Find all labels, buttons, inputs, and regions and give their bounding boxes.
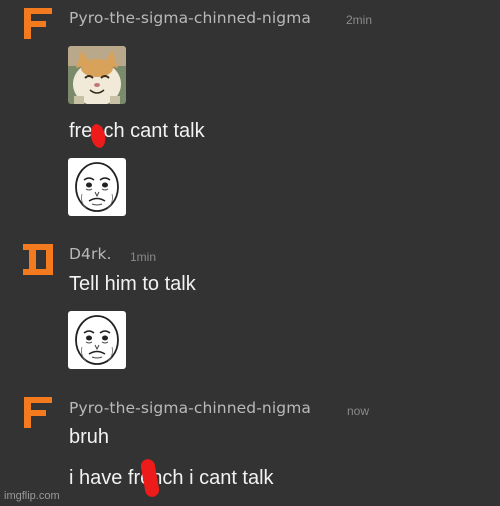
letter-d-pixel-icon[interactable]: [21, 242, 55, 276]
okay-rage-face-sticker: [68, 158, 126, 216]
letter-f-pixel-icon[interactable]: [21, 395, 55, 429]
username[interactable]: D4rk.: [69, 245, 112, 263]
imgflip-watermark: imgflip.com: [4, 490, 60, 502]
timestamp: 1min: [130, 250, 157, 264]
timestamp: now: [347, 404, 370, 418]
message-text: bruh: [69, 426, 110, 448]
smiling-cat-sticker: [68, 46, 126, 104]
message-text: french cant talk: [69, 120, 205, 142]
scribble-mark: [139, 458, 161, 498]
letter-f-pixel-icon[interactable]: [21, 6, 55, 40]
username[interactable]: Pyro-the-sigma-chinned-nigma: [69, 9, 311, 27]
message-text: i have french i cant talk: [69, 467, 274, 489]
message-text: Tell him to talk: [69, 273, 196, 295]
okay-rage-face-sticker: [68, 311, 126, 369]
timestamp: 2min: [346, 13, 373, 27]
username[interactable]: Pyro-the-sigma-chinned-nigma: [69, 399, 311, 417]
